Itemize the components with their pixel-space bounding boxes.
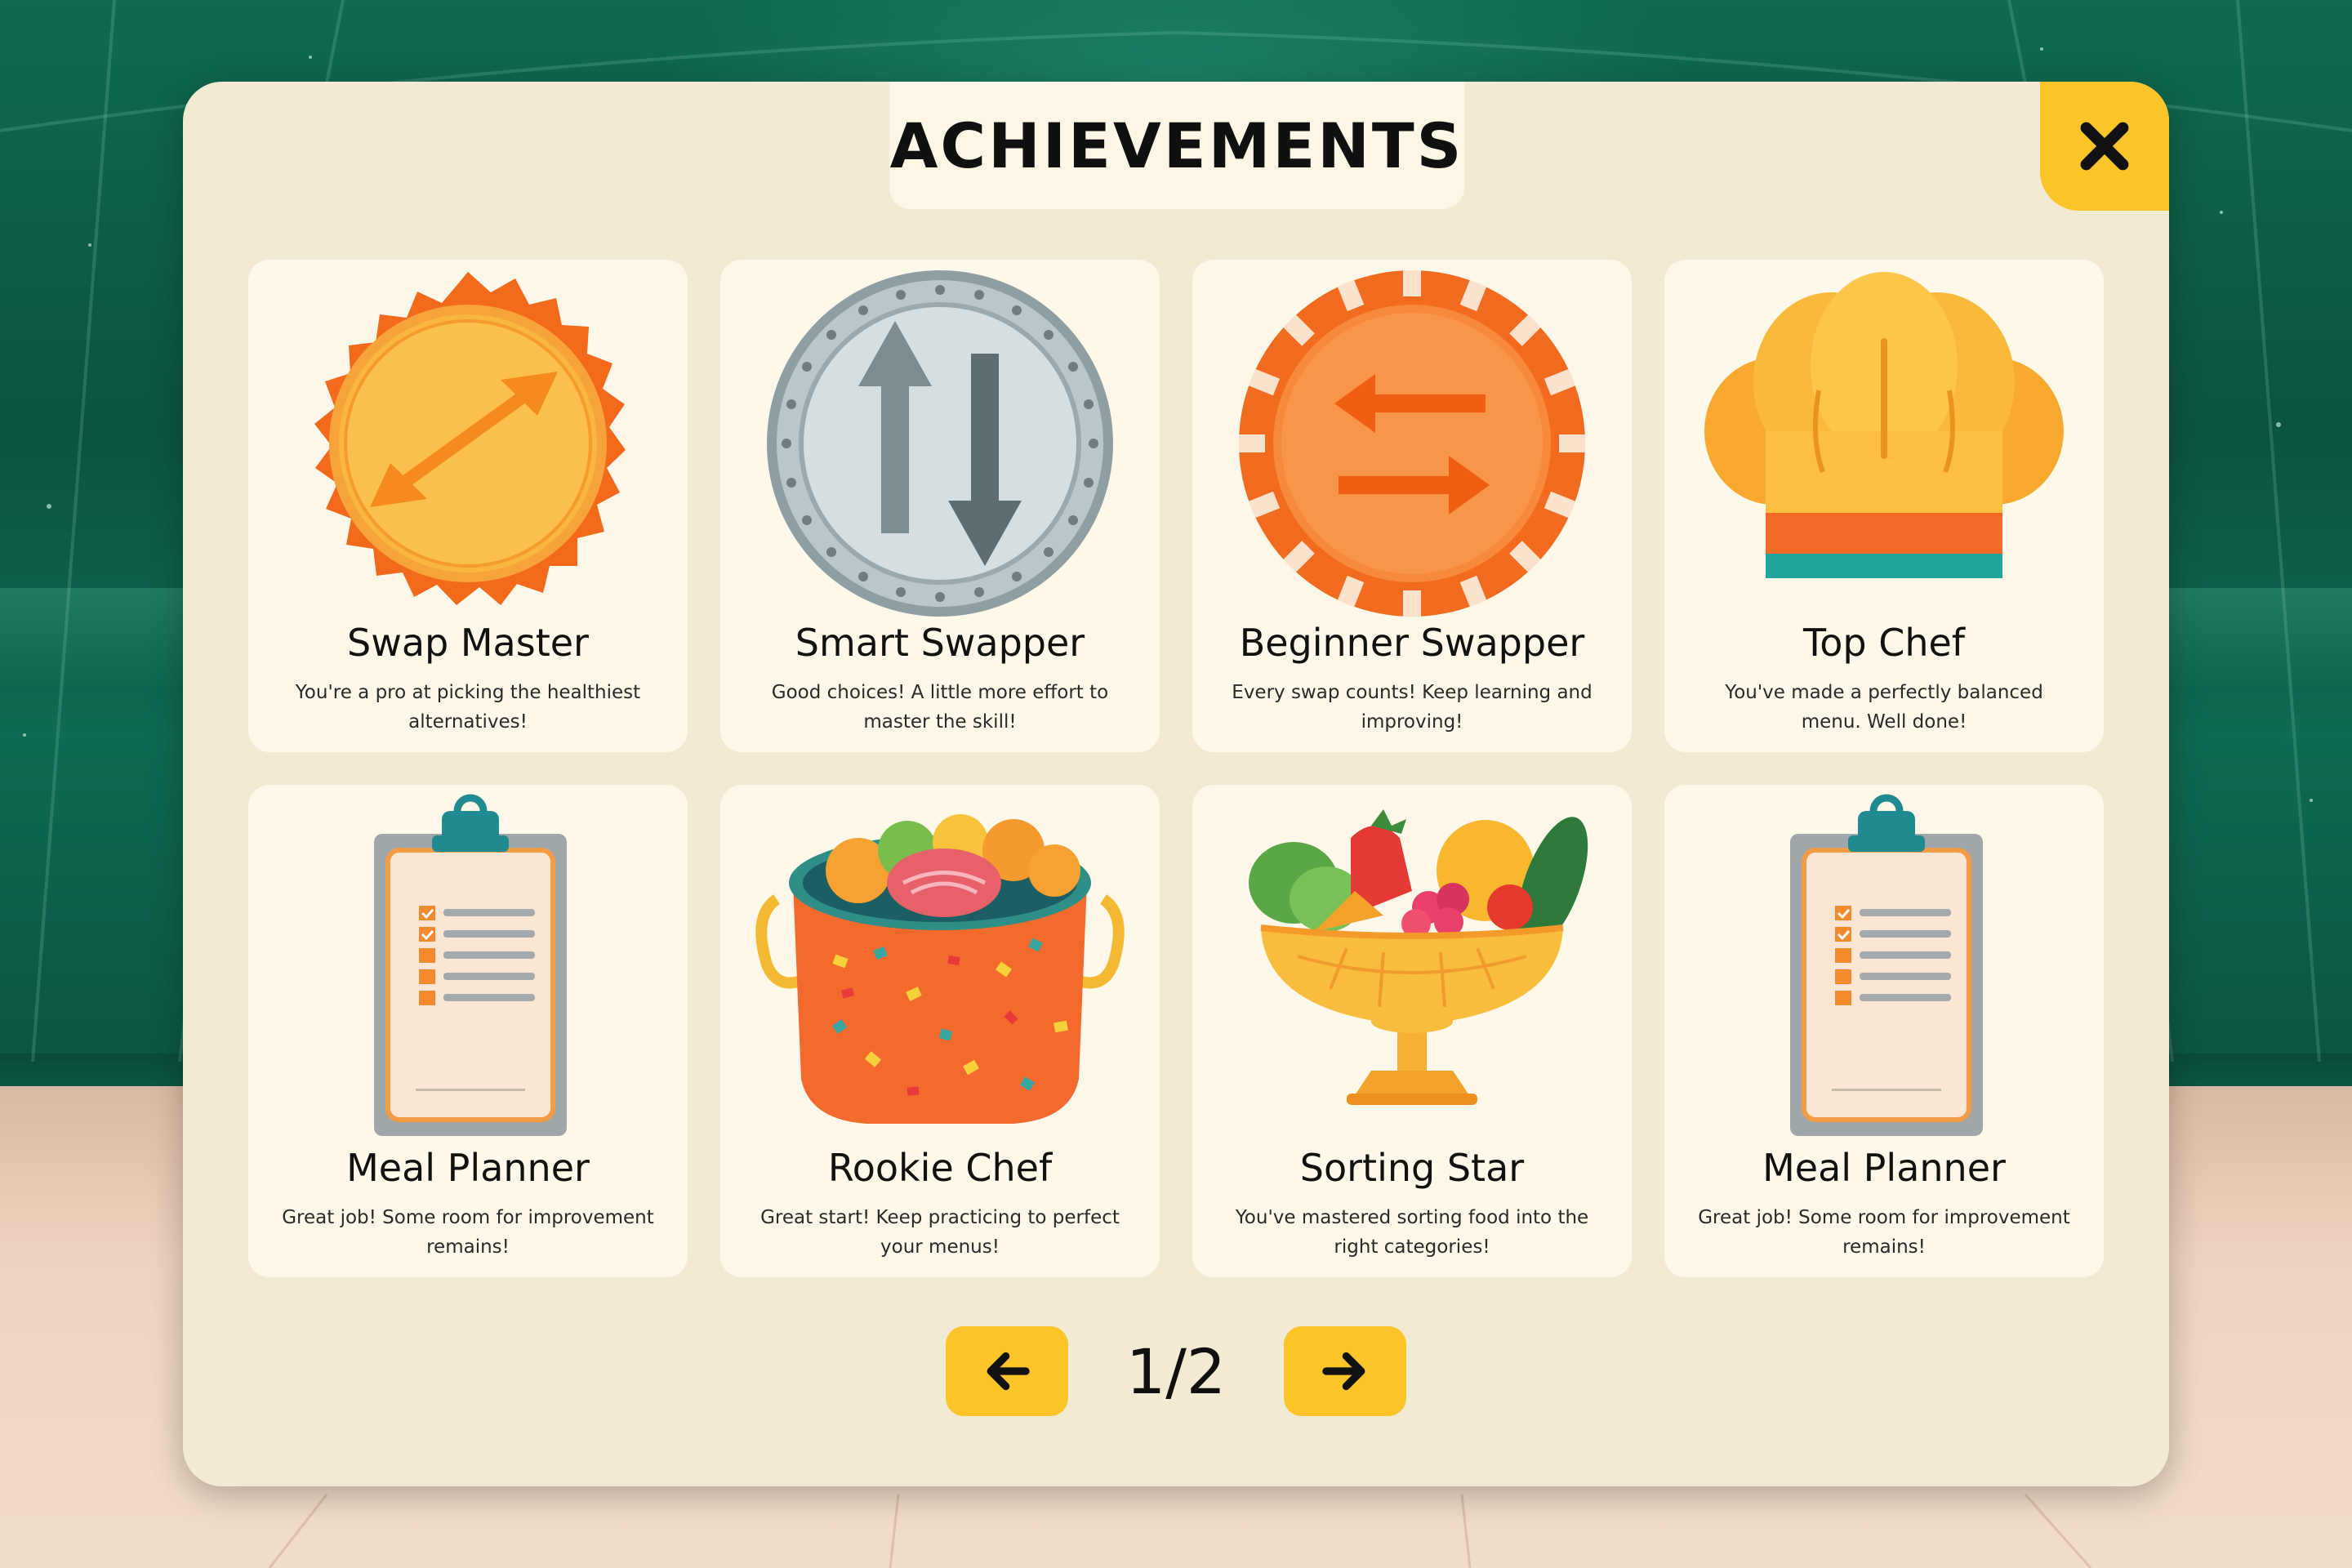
orange-chip-arrows-icon <box>1239 270 1585 617</box>
page-indicator: 1/2 <box>1125 1334 1227 1408</box>
arrow-right-icon <box>1322 1352 1365 1391</box>
achievement-card[interactable]: Top Chef You've made a perfectly balance… <box>1664 260 2104 752</box>
achievement-card[interactable]: Smart Swapper Good choices! A little mor… <box>720 260 1160 752</box>
achievement-title: Rookie Chef <box>827 1146 1053 1190</box>
clipboard-checklist-icon <box>374 794 567 1136</box>
achievement-title: Meal Planner <box>1762 1146 2006 1190</box>
achievement-card[interactable]: Beginner Swapper Every swap counts! Keep… <box>1192 260 1632 752</box>
previous-page-button[interactable] <box>946 1326 1068 1416</box>
next-page-button[interactable] <box>1284 1326 1406 1416</box>
fruit-bowl-icon <box>1249 809 1588 1105</box>
arrow-left-icon <box>987 1352 1030 1391</box>
achievement-description: Every swap counts! Keep learning and imp… <box>1232 682 1592 733</box>
achievement-description: You've made a perfectly balanced menu. W… <box>1725 682 2043 733</box>
achievement-title: Beginner Swapper <box>1239 621 1585 665</box>
achievements-grid: Swap Master You're a pro at picking the … <box>248 260 2104 1277</box>
achievement-description: Great job! Some room for improvement rem… <box>1698 1207 2070 1258</box>
achievement-description: You've mastered sorting food into the ri… <box>1235 1207 1589 1258</box>
achievement-description: Great start! Keep practicing to perfect … <box>760 1207 1120 1258</box>
achievement-title: Meal Planner <box>346 1146 590 1190</box>
cooking-pot-icon <box>755 814 1125 1124</box>
gold-sun-medal-icon <box>314 272 626 605</box>
achievement-card[interactable]: Rookie Chef Great start! Keep practicing… <box>720 785 1160 1277</box>
achievement-description: Good choices! A little more effort to ma… <box>771 682 1109 733</box>
chef-hat-icon <box>1704 272 2064 578</box>
achievement-title: Swap Master <box>347 621 589 665</box>
achievement-card[interactable]: Meal Planner Great job! Some room for im… <box>248 785 688 1277</box>
achievement-title: Top Chef <box>1802 621 1965 665</box>
clipboard-checklist-icon <box>1790 794 1983 1136</box>
close-icon <box>2080 122 2129 171</box>
achievement-card[interactable]: Swap Master You're a pro at picking the … <box>248 260 688 752</box>
achievement-description: You're a pro at picking the healthiest a… <box>295 682 641 733</box>
achievements-modal: ACHIEVEMENTS Swap Master You're a pro at… <box>183 82 2169 1486</box>
achievement-title: Smart Swapper <box>795 621 1085 665</box>
achievement-card[interactable]: Meal Planner Great job! Some room for im… <box>1664 785 2104 1277</box>
title-tab: ACHIEVEMENTS <box>889 82 1464 209</box>
achievement-title: Sorting Star <box>1299 1146 1525 1190</box>
achievement-card[interactable]: Sorting Star You've mastered sorting foo… <box>1192 785 1632 1277</box>
silver-coin-arrows-icon <box>767 270 1113 617</box>
achievement-description: Great job! Some room for improvement rem… <box>282 1207 654 1258</box>
modal-title: ACHIEVEMENTS <box>889 109 1464 182</box>
pagination: 1/2 <box>183 1326 2169 1416</box>
close-button[interactable] <box>2040 82 2169 211</box>
